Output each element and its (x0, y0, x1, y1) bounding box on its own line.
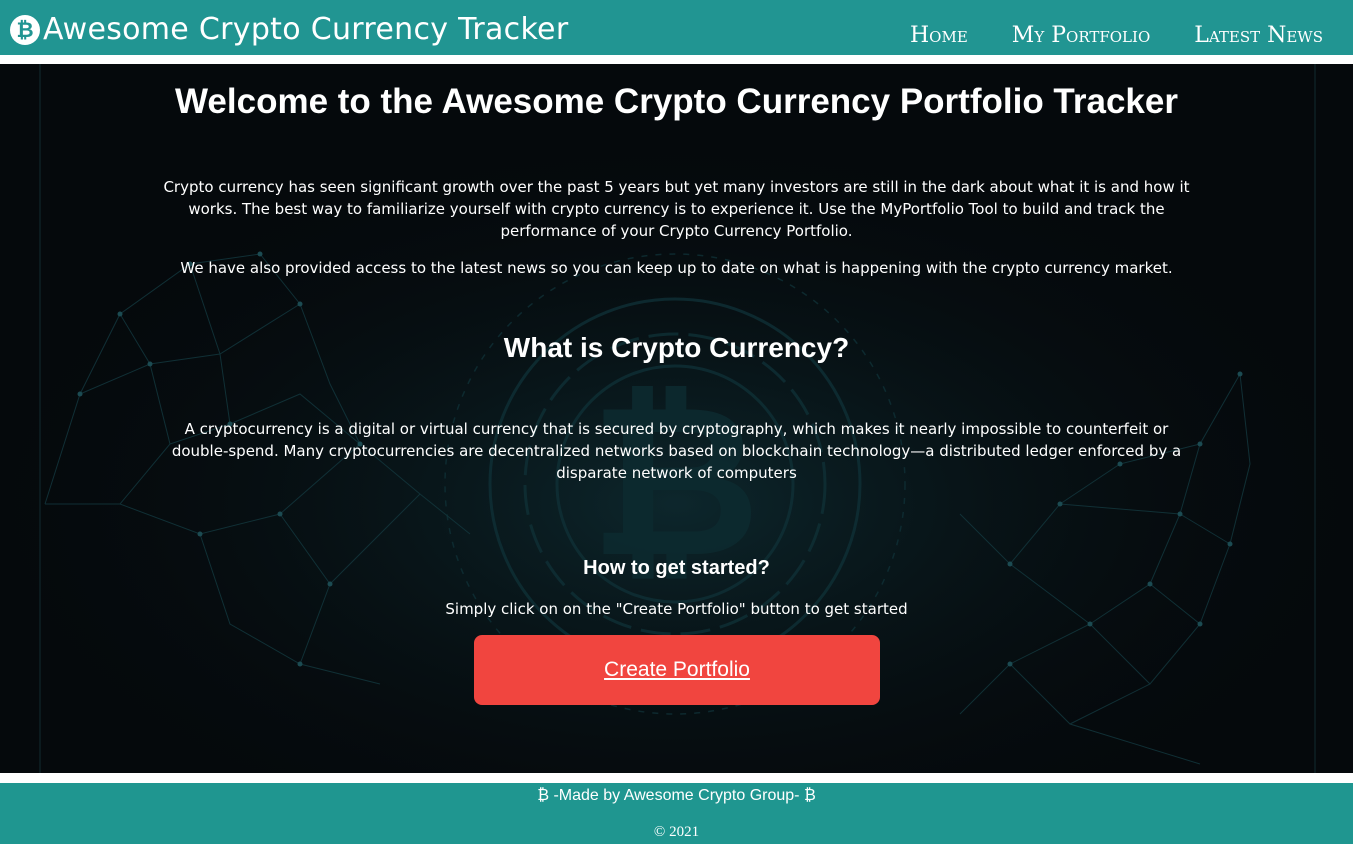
bitcoin-logo-icon: ₿ (10, 15, 40, 45)
main-nav: Home My Portfolio Latest News (910, 22, 1323, 50)
footer-credit: ₿ -Made by Awesome Crypto Group- ₿ (537, 787, 816, 804)
footer-copyright: © 2021 (653, 824, 700, 840)
hero-section: ₿ Welcome to the Awesome Crypto Currency… (0, 64, 1353, 773)
page-title: Welcome to the Awesome Crypto Currency P… (175, 82, 1178, 121)
site-header: ₿ Awesome Crypto Currency Tracker Home M… (0, 0, 1353, 55)
what-is-crypto-paragraph: A cryptocurrency is a digital or virtual… (171, 420, 1182, 482)
site-title: Awesome Crypto Currency Tracker (43, 12, 569, 47)
create-portfolio-button[interactable]: Create Portfolio (474, 635, 880, 705)
what-is-crypto-heading: What is Crypto Currency? (503, 332, 850, 363)
hero-content: Welcome to the Awesome Crypto Currency P… (0, 64, 1353, 773)
get-started-paragraph: Simply click on on the "Create Portfolio… (445, 600, 908, 618)
nav-home-link[interactable]: Home (910, 22, 968, 50)
get-started-heading: How to get started? (583, 557, 770, 579)
intro-paragraph: Crypto currency has seen significant gro… (163, 178, 1190, 240)
create-portfolio-link[interactable]: Create Portfolio (604, 658, 750, 682)
brand[interactable]: ₿ Awesome Crypto Currency Tracker (10, 12, 568, 48)
news-paragraph: We have also provided access to the late… (180, 259, 1173, 277)
nav-latest-news-link[interactable]: Latest News (1194, 22, 1323, 50)
site-footer: ₿ -Made by Awesome Crypto Group- ₿ © 202… (0, 783, 1353, 844)
nav-my-portfolio-link[interactable]: My Portfolio (1012, 22, 1150, 50)
